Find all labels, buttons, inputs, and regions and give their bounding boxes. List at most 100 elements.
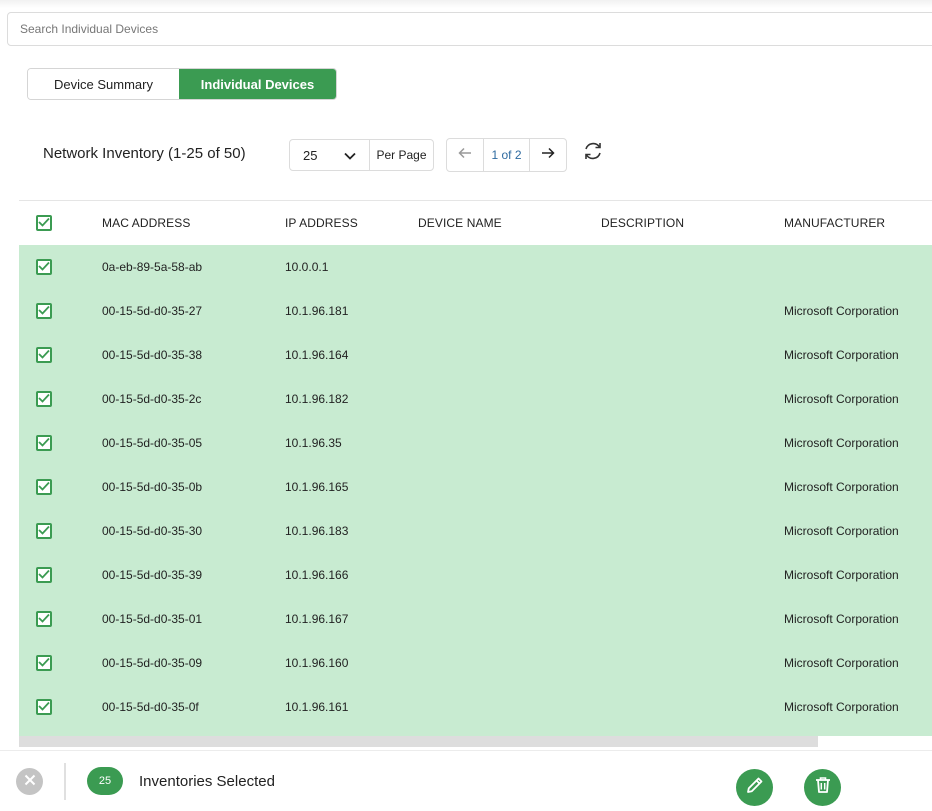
per-page-label: Per Page [376,148,427,162]
select-all-checkbox[interactable] [36,215,52,231]
table-header: MAC ADDRESS IP ADDRESS DEVICE NAME DESCR… [19,200,932,245]
cell-manufacturer: Microsoft Corporation [784,436,899,450]
row-checkbox-cell [19,479,102,495]
pagination: 1 of 2 [446,138,567,172]
search-input[interactable] [8,13,932,45]
column-header-mac[interactable]: MAC ADDRESS [102,216,285,230]
cell-ip-address: 10.1.96.160 [285,656,349,670]
row-checkbox[interactable] [36,435,52,451]
check-icon [38,434,50,452]
per-page-select[interactable]: 25 Per Page [289,139,434,171]
row-checkbox[interactable] [36,303,52,319]
check-icon [38,610,50,628]
cell-ip-address: 10.0.0.1 [285,260,329,274]
table-row[interactable]: 00-15-5d-d0-35-09 10.1.96.160 Microsoft Co… [19,641,932,685]
cell-ip-address: 10.1.96.166 [285,568,349,582]
pencil-icon [745,775,765,800]
row-checkbox[interactable] [36,479,52,495]
next-page-button[interactable] [530,139,566,171]
cell-manufacturer: Microsoft Corporation [784,348,899,362]
row-checkbox[interactable] [36,611,52,627]
selected-label: Inventories Selected [139,773,275,790]
top-shadow [0,0,932,8]
delete-button[interactable] [804,769,841,806]
cell-mac-address: 00-15-5d-d0-35-0b [102,480,203,494]
cell-mac-address: 00-15-5d-d0-35-05 [102,436,203,450]
refresh-button[interactable] [582,140,604,162]
cell-manufacturer: Microsoft Corporation [784,700,899,714]
search-bar[interactable] [7,12,932,46]
edit-button[interactable] [736,769,773,806]
table-row[interactable]: 00-15-5d-d0-35-30 10.1.96.183 Microsoft Co… [19,509,932,553]
row-checkbox-cell [19,347,102,363]
cell-mac-address: 00-15-5d-d0-35-0f [102,700,199,714]
check-icon [38,258,50,276]
row-checkbox[interactable] [36,523,52,539]
table-row[interactable]: 0a-eb-89-5a-58-ab 10.0.0.1 [19,245,932,289]
cell-manufacturer: Microsoft Corporation [784,524,899,538]
table-row[interactable]: 00-15-5d-d0-35-39 10.1.96.166 Microsoft Co… [19,553,932,597]
row-checkbox[interactable] [36,259,52,275]
cell-ip-address: 10.1.96.164 [285,348,349,362]
tab-device-summary[interactable]: Device Summary [28,69,179,99]
clear-selection-button[interactable] [16,768,43,795]
table-row[interactable]: 00-15-5d-d0-35-05 10.1.96.35 Microsoft Cor… [19,421,932,465]
row-checkbox-cell [19,655,102,671]
column-header-ip[interactable]: IP ADDRESS [285,216,418,230]
check-icon [38,522,50,540]
row-checkbox[interactable] [36,655,52,671]
cell-manufacturer: Microsoft Corporation [784,304,899,318]
table-row[interactable]: 00-15-5d-d0-35-0b 10.1.96.165 Microsoft Co… [19,465,932,509]
cell-mac-address: 00-15-5d-d0-35-2c [102,392,202,406]
check-icon [38,566,50,584]
per-page-value-box[interactable]: 25 [290,140,370,170]
footer-divider [64,763,66,800]
cell-manufacturer: Microsoft Corporation [784,392,899,406]
check-icon [38,698,50,716]
row-checkbox[interactable] [36,699,52,715]
table-row[interactable]: 00-15-5d-d0-35-0f 10.1.96.161 Microsoft Co… [19,685,932,729]
cell-ip-address: 10.1.96.183 [285,524,349,538]
row-checkbox-cell [19,435,102,451]
row-checkbox-cell [19,567,102,583]
column-header-manufacturer[interactable]: MANUFACTURER [784,216,932,230]
cell-mac-address: 00-15-5d-d0-35-39 [102,568,203,582]
cell-ip-address: 10.1.96.181 [285,304,349,318]
cell-ip-address: 10.1.96.35 [285,436,342,450]
trash-icon [813,775,833,800]
cell-ip-address: 10.1.96.182 [285,392,349,406]
cell-mac-address: 00-15-5d-d0-35-38 [102,348,203,362]
per-page-value: 25 [303,147,318,163]
row-checkbox[interactable] [36,347,52,363]
close-icon [24,773,36,791]
check-icon [38,214,50,232]
check-icon [38,346,50,364]
check-icon [38,390,50,408]
cell-manufacturer: Microsoft Corporation [784,656,899,670]
row-checkbox[interactable] [36,567,52,583]
inventory-table: MAC ADDRESS IP ADDRESS DEVICE NAME DESCR… [19,200,932,729]
cell-manufacturer: Microsoft Corporation [784,480,899,494]
arrow-left-icon [458,146,472,164]
table-row[interactable]: 00-15-5d-d0-35-27 10.1.96.181 Microsoft Co… [19,289,932,333]
row-checkbox-cell [19,303,102,319]
row-checkbox[interactable] [36,391,52,407]
cell-ip-address: 10.1.96.165 [285,480,349,494]
cell-ip-address: 10.1.96.167 [285,612,349,626]
tab-individual-devices[interactable]: Individual Devices [179,69,336,99]
cell-mac-address: 00-15-5d-d0-35-30 [102,524,203,538]
cell-manufacturer: Microsoft Corporation [784,568,899,582]
prev-page-button[interactable] [447,139,483,171]
column-header-description[interactable]: DESCRIPTION [601,216,784,230]
cell-manufacturer: Microsoft Corporation [784,612,899,626]
table-row[interactable]: 00-15-5d-d0-35-2c 10.1.96.182 Microsoft Co… [19,377,932,421]
check-icon [38,654,50,672]
row-checkbox-cell [19,611,102,627]
horizontal-scrollbar[interactable] [19,736,818,747]
header-checkbox-cell [19,215,102,231]
cell-mac-address: 00-15-5d-d0-35-09 [102,656,203,670]
row-checkbox-cell [19,699,102,715]
table-row[interactable]: 00-15-5d-d0-35-38 10.1.96.164 Microsoft Co… [19,333,932,377]
table-row[interactable]: 00-15-5d-d0-35-01 10.1.96.167 Microsoft Co… [19,597,932,641]
column-header-device-name[interactable]: DEVICE NAME [418,216,601,230]
